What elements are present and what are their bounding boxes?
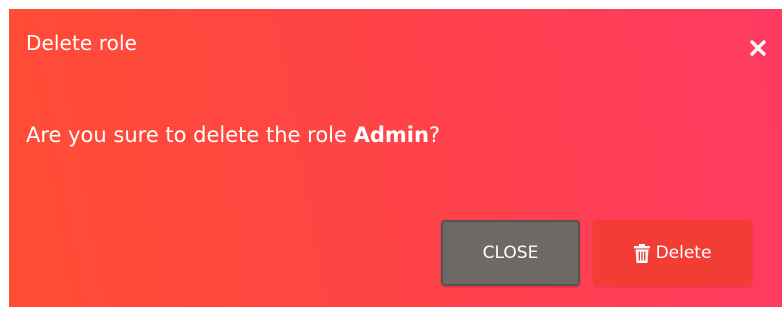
dialog-message: Are you sure to delete the role Admin?: [26, 123, 440, 147]
dialog-title: Delete role: [26, 31, 138, 55]
close-button-label: CLOSE: [482, 243, 539, 263]
message-text: Are you sure to delete the role: [26, 123, 354, 147]
close-button[interactable]: CLOSE: [441, 220, 580, 286]
delete-button[interactable]: Delete: [593, 220, 752, 286]
delete-role-dialog: Delete role Are you sure to delete the r…: [9, 9, 782, 307]
delete-button-label: Delete: [655, 243, 712, 263]
trash-icon: [633, 243, 650, 263]
role-name: Admin: [353, 123, 429, 147]
close-icon[interactable]: [748, 38, 768, 58]
dialog-header: Delete role: [9, 9, 782, 81]
message-suffix: ?: [428, 123, 441, 147]
